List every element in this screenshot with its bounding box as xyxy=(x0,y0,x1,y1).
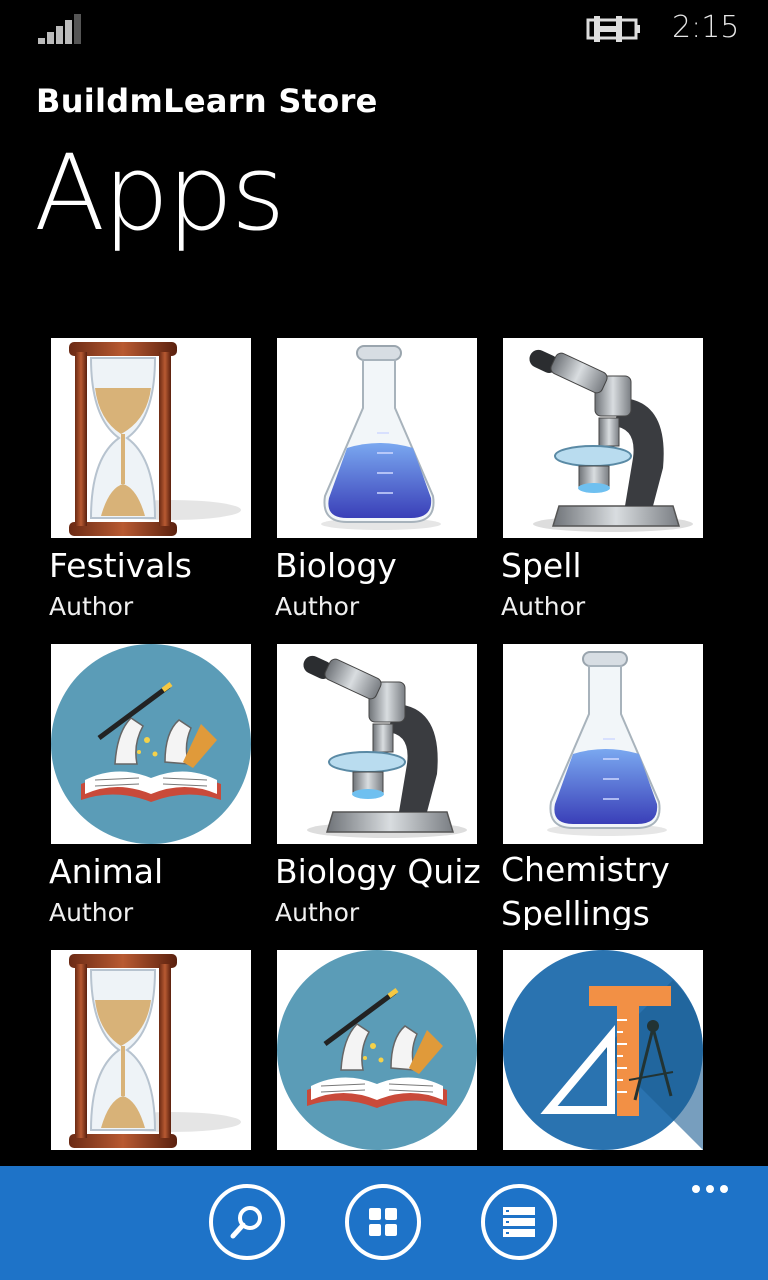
app-thumbnail xyxy=(503,950,703,1150)
app-tile[interactable] xyxy=(51,950,251,1150)
app-name: Biology xyxy=(275,546,397,585)
app-author: Author xyxy=(49,592,134,621)
app-tile[interactable]: Biology Quiz Author xyxy=(275,644,481,927)
hourglass-icon xyxy=(51,950,251,1150)
app-thumbnail xyxy=(51,644,251,844)
more-options-button[interactable] xyxy=(686,1174,734,1204)
app-thumbnail xyxy=(503,644,703,844)
app-thumbnail xyxy=(277,950,477,1150)
app-author: Author xyxy=(49,898,134,927)
flask-icon xyxy=(503,644,703,844)
app-tile[interactable] xyxy=(277,950,477,1150)
microscope-icon xyxy=(503,338,703,538)
app-tile[interactable]: Chemistry Spellings xyxy=(501,644,703,930)
microscope-icon xyxy=(277,644,477,844)
app-tile[interactable]: Spell Author xyxy=(501,338,703,621)
app-author: Author xyxy=(275,592,360,621)
app-thumbnail xyxy=(277,644,477,844)
app-thumbnail xyxy=(51,338,251,538)
book-magic-icon xyxy=(51,644,251,844)
apps-grid: Festivals Author Biology Author Spell Au… xyxy=(0,0,768,1166)
hourglass-icon xyxy=(51,338,251,538)
app-thumbnail xyxy=(277,338,477,538)
app-thumbnail xyxy=(51,950,251,1150)
search-button[interactable] xyxy=(209,1184,285,1260)
app-tile[interactable]: Biology Author xyxy=(275,338,477,621)
app-tile[interactable] xyxy=(503,950,703,1150)
more-dots-icon xyxy=(692,1185,700,1193)
app-thumbnail xyxy=(503,338,703,538)
more-dots-icon xyxy=(706,1185,714,1193)
book-magic-icon xyxy=(277,950,477,1150)
app-name: Festivals xyxy=(49,546,192,585)
app-name: Chemistry Spellings xyxy=(501,850,670,930)
list-button[interactable] xyxy=(481,1184,557,1260)
app-name: Animal xyxy=(49,852,164,891)
app-tile[interactable]: Festivals Author xyxy=(49,338,251,621)
app-bar xyxy=(0,1166,768,1280)
ruler-compass-icon xyxy=(503,950,703,1150)
more-dots-icon xyxy=(720,1185,728,1193)
app-author: Author xyxy=(501,592,586,621)
grid-icon xyxy=(369,1208,397,1236)
app-author: Author xyxy=(275,898,360,927)
flask-icon xyxy=(277,338,477,538)
app-name: Biology Quiz xyxy=(275,852,481,891)
app-name: Spell xyxy=(501,546,582,585)
search-icon xyxy=(230,1206,262,1239)
list-icon xyxy=(503,1207,535,1237)
categories-button[interactable] xyxy=(345,1184,421,1260)
app-tile[interactable]: Animal Author xyxy=(49,644,251,927)
